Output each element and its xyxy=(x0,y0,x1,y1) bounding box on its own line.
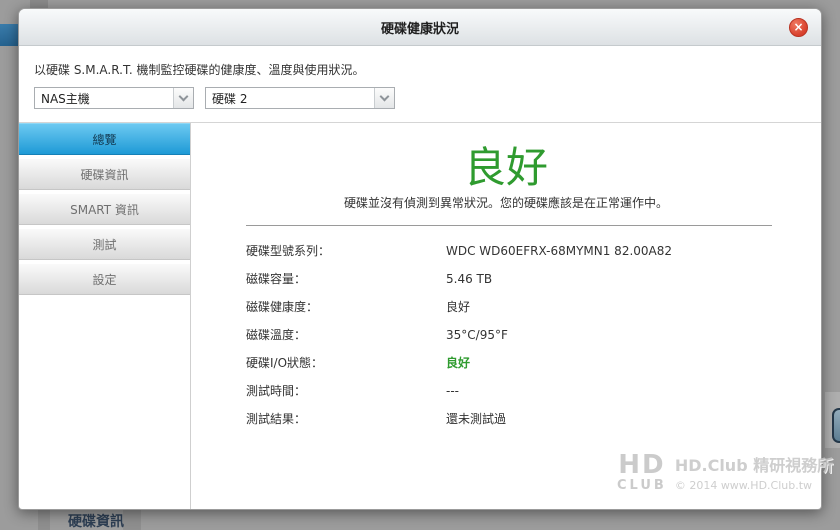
dialog-header: 以硬碟 S.M.A.R.T. 機制監控硬碟的健康度、溫度與使用狀況。 NAS主機… xyxy=(19,46,821,123)
disk-select-value: 硬碟 2 xyxy=(212,91,248,106)
overview-panel: 良好 硬碟並沒有偵測到異常狀況。您的硬碟應該是在正常運作中。 硬碟型號系列： W… xyxy=(191,123,821,509)
detail-row-test-time: 測試時間： --- xyxy=(246,384,459,398)
disk-select[interactable]: 硬碟 2 xyxy=(205,87,395,109)
tab-test[interactable]: 測試 xyxy=(19,228,190,260)
background-accent-bar xyxy=(0,24,18,46)
sidebar-tabs: 總覽 硬碟資訊 SMART 資訊 測試 設定 xyxy=(19,123,191,509)
chevron-down-icon xyxy=(374,88,394,108)
background-stripe xyxy=(123,510,141,530)
health-status-headline: 良好 xyxy=(463,143,548,192)
detail-row-health: 磁碟健康度： 良好 xyxy=(246,300,471,314)
background-stripe xyxy=(38,510,50,530)
background-partial-tab-label: 硬碟資訊 xyxy=(68,514,124,530)
detail-row-test-result: 測試結果： 還未測試過 xyxy=(246,412,507,426)
close-button[interactable]: × xyxy=(789,18,808,37)
tab-disk-information[interactable]: 硬碟資訊 xyxy=(19,158,190,190)
tab-overview[interactable]: 總覽 xyxy=(19,123,190,155)
tab-settings[interactable]: 設定 xyxy=(19,263,190,295)
smart-description: 以硬碟 S.M.A.R.T. 機制監控硬碟的健康度、溫度與使用狀況。 xyxy=(34,63,365,77)
dialog-title: 硬碟健康狀況 xyxy=(380,21,459,37)
dialog-body: 總覽 硬碟資訊 SMART 資訊 測試 設定 良好 硬碟並沒有偵測到異常狀況。您… xyxy=(19,123,821,509)
tab-smart-information[interactable]: SMART 資訊 xyxy=(19,193,190,225)
background-button-partial xyxy=(832,408,840,443)
close-icon: × xyxy=(793,20,804,34)
detail-list: 硬碟型號系列： WDC WD60EFRX-68MYMN1 82.00A82 磁碟… xyxy=(246,237,821,433)
detail-row-model: 硬碟型號系列： WDC WD60EFRX-68MYMN1 82.00A82 xyxy=(246,244,673,258)
detail-row-io-status: 硬碟I/O狀態： 良好 xyxy=(246,356,471,370)
detail-row-temperature: 磁碟溫度： 35°C/95°F xyxy=(246,328,508,342)
host-select[interactable]: NAS主機 xyxy=(34,87,194,109)
divider xyxy=(246,225,772,226)
disk-health-dialog: 硬碟健康狀況 × 以硬碟 S.M.A.R.T. 機制監控硬碟的健康度、溫度與使用… xyxy=(18,8,822,510)
dialog-titlebar: 硬碟健康狀況 × xyxy=(19,9,821,46)
detail-row-capacity: 磁碟容量： 5.46 TB xyxy=(246,272,493,286)
health-status-message: 硬碟並沒有偵測到異常狀況。您的硬碟應該是在正常運作中。 xyxy=(343,196,668,210)
host-select-value: NAS主機 xyxy=(41,91,90,106)
chevron-down-icon xyxy=(173,88,193,108)
